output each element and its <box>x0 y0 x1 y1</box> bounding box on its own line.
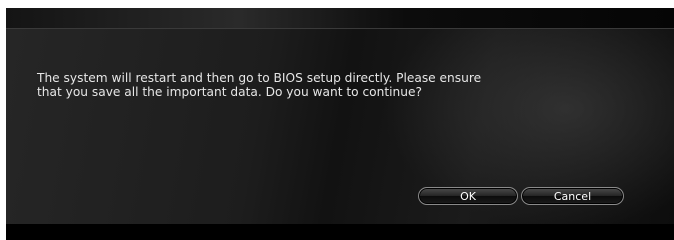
bios-restart-dialog-window: The system will restart and then go to B… <box>6 8 674 240</box>
confirmation-message: The system will restart and then go to B… <box>37 71 482 99</box>
ok-button[interactable]: OK <box>418 187 518 205</box>
dialog-title-bar <box>6 8 674 28</box>
dialog-bottom-bar <box>6 224 674 240</box>
cancel-button[interactable]: Cancel <box>521 187 624 205</box>
dialog-body: The system will restart and then go to B… <box>6 28 674 225</box>
